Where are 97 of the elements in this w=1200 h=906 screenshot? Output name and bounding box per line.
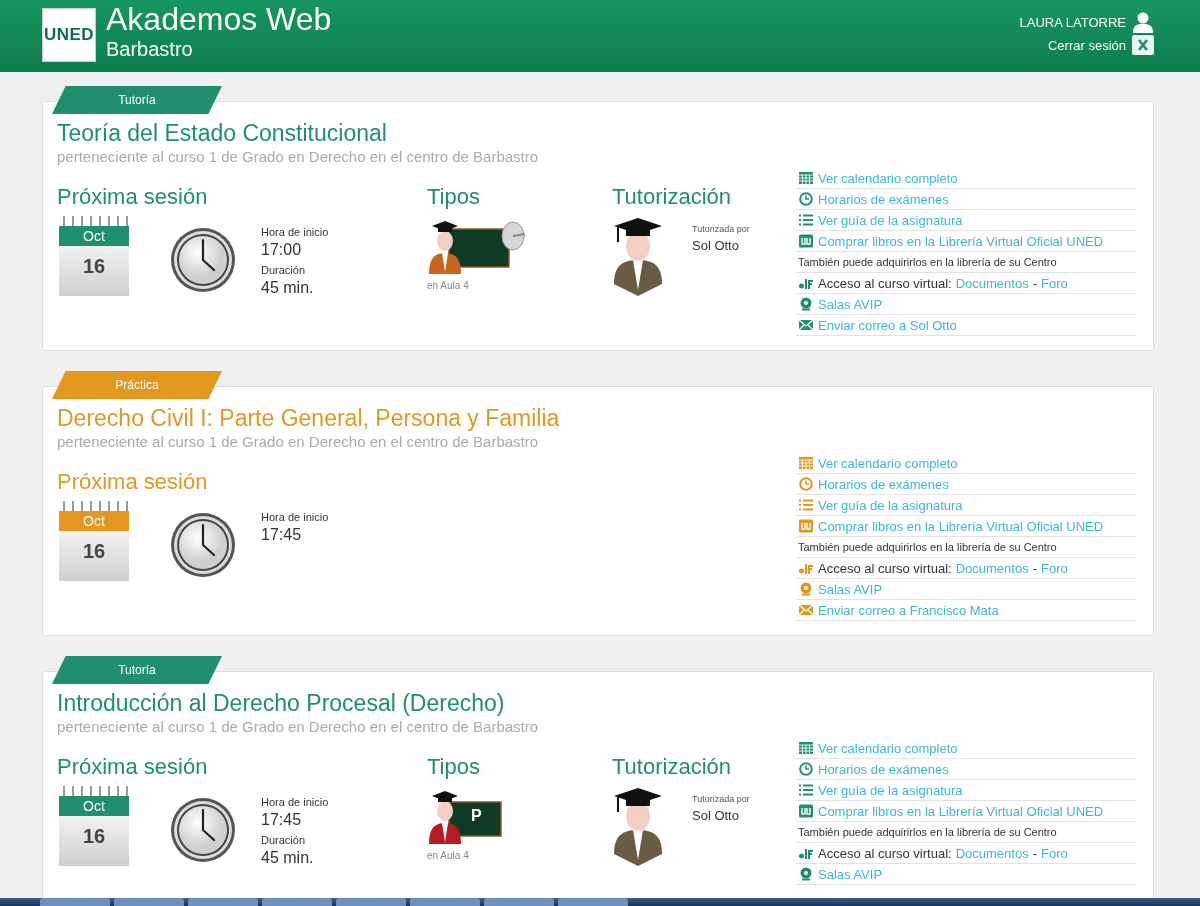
category-tag: Tutoría: [52, 656, 222, 684]
category-tag: Tutoría: [52, 86, 222, 114]
clock-icon: [169, 511, 237, 579]
calendar-icon: [798, 741, 814, 755]
tutor-label: Tutorizada por: [692, 223, 750, 236]
tutor-name: Sol Otto: [692, 237, 740, 255]
start-time-label: Hora de inicio: [261, 795, 329, 810]
note-text: También puede adquirirlos en la librería de su Centro: [798, 826, 1057, 838]
course-link[interactable]: Ver guía de la asignatura: [818, 212, 963, 228]
documents-link[interactable]: Documentos: [955, 275, 1029, 291]
app-title: Akademos Web: [106, 0, 332, 38]
course-title[interactable]: Derecho Civil I: Parte General, Persona y Familia: [57, 403, 1137, 433]
course-link[interactable]: Ver guía de la asignatura: [818, 497, 963, 513]
course-link[interactable]: Salas AVIP: [818, 866, 883, 882]
start-time-label: Hora de inicio: [261, 225, 329, 240]
section-heading: Próxima sesión: [57, 469, 209, 495]
documents-link[interactable]: Documentos: [955, 845, 1029, 861]
duration-value: 45 min.: [261, 278, 315, 298]
start-time: 17:45: [261, 525, 303, 545]
forum-link[interactable]: Foro: [1041, 845, 1068, 861]
section-heading: Tipos: [427, 754, 481, 780]
webcam-icon: [798, 867, 814, 881]
room-text: en Aula 4: [427, 280, 470, 291]
centre-name: Barbastro: [106, 38, 194, 60]
course-title[interactable]: Teoría del Estado Constitucional: [57, 118, 1137, 148]
course-link[interactable]: Enviar correo a Sol Otto: [818, 317, 957, 333]
book-logo-icon: [798, 519, 814, 533]
room-text: en Aula 4: [427, 850, 470, 861]
section-heading: Tutorización: [612, 754, 732, 780]
uned-logo[interactable]: UNED: [42, 8, 96, 62]
course-link[interactable]: Enviar correo a Francisco Mata: [818, 602, 999, 618]
separator-text: -: [1032, 275, 1037, 291]
platform-logo-icon: [798, 561, 814, 575]
webcam-icon: [798, 582, 814, 596]
start-time-label: Hora de inicio: [261, 510, 329, 525]
start-time: 17:45: [261, 810, 303, 830]
course-subtitle: perteneciente al curso 1 de Grado en Derecho en el centro de Barbastro: [57, 148, 540, 166]
clock-icon: [169, 226, 237, 294]
virtual-course-label: Acceso al curso virtual:: [818, 560, 952, 576]
calendar-icon: [798, 456, 814, 470]
user-name: LAURA LATORRE: [1019, 14, 1126, 30]
course-link[interactable]: Ver calendario completo: [818, 455, 958, 471]
duration-label: Duración: [261, 263, 307, 278]
clock-icon: [798, 762, 814, 776]
tutor-label: Tutorizada por: [692, 793, 750, 806]
category-tag: Práctica: [52, 371, 222, 399]
section-heading: Próxima sesión: [57, 754, 209, 780]
course-link[interactable]: Horarios de exámenes: [818, 761, 949, 777]
list-icon: [798, 783, 814, 797]
note-text: También puede adquirirlos en la librería de su Centro: [798, 541, 1057, 553]
separator-text: -: [1032, 845, 1037, 861]
platform-logo-icon: [798, 846, 814, 860]
platform-logo-icon: [798, 276, 814, 290]
list-icon: [798, 213, 814, 227]
clock-icon: [798, 192, 814, 206]
section-heading: Próxima sesión: [57, 184, 209, 210]
logout-link[interactable]: Cerrar sesión: [1047, 37, 1126, 53]
calendar-icon: [798, 171, 814, 185]
virtual-course-label: Acceso al curso virtual:: [818, 275, 952, 291]
course-link[interactable]: Comprar libros en la Librería Virtual Oficial UNED: [818, 518, 1104, 534]
user-icon: [1132, 11, 1154, 33]
duration-value: 45 min.: [261, 848, 315, 868]
course-link[interactable]: Salas AVIP: [818, 581, 883, 597]
duration-label: Duración: [261, 833, 307, 848]
mail-icon: [798, 603, 814, 617]
course-link[interactable]: Ver calendario completo: [818, 740, 958, 756]
webcam-icon: [798, 297, 814, 311]
section-heading: Tutorización: [612, 184, 732, 210]
course-link[interactable]: Horarios de exámenes: [818, 191, 949, 207]
board-letter: P: [471, 807, 482, 825]
forum-link[interactable]: Foro: [1041, 275, 1068, 291]
start-time: 17:00: [261, 240, 303, 260]
forum-link[interactable]: Foro: [1041, 560, 1068, 576]
course-link[interactable]: Ver calendario completo: [818, 170, 958, 186]
book-logo-icon: [798, 234, 814, 248]
course-subtitle: perteneciente al curso 1 de Grado en Derecho en el centro de Barbastro: [57, 718, 540, 736]
tutor-avatar-icon: [612, 786, 664, 866]
course-title[interactable]: Introducción al Derecho Procesal (Derecho): [57, 688, 1137, 718]
clock-icon: [798, 477, 814, 491]
course-link[interactable]: Comprar libros en la Librería Virtual Oficial UNED: [818, 803, 1104, 819]
section-heading: Tipos: [427, 184, 481, 210]
separator-text: -: [1032, 560, 1037, 576]
course-link[interactable]: Comprar libros en la Librería Virtual Oficial UNED: [818, 233, 1104, 249]
tutor-avatar-icon: [612, 216, 664, 296]
list-icon: [798, 498, 814, 512]
close-icon[interactable]: [1132, 35, 1154, 55]
book-logo-icon: [798, 804, 814, 818]
mail-icon: [798, 318, 814, 332]
clock-icon: [169, 796, 237, 864]
documents-link[interactable]: Documentos: [955, 560, 1029, 576]
course-link[interactable]: Horarios de exámenes: [818, 476, 949, 492]
course-subtitle: perteneciente al curso 1 de Grado en Derecho en el centro de Barbastro: [57, 433, 540, 451]
course-link[interactable]: Ver guía de la asignatura: [818, 782, 963, 798]
course-link[interactable]: Salas AVIP: [818, 296, 883, 312]
tutor-name: Sol Otto: [692, 807, 740, 825]
virtual-course-label: Acceso al curso virtual:: [818, 845, 952, 861]
note-text: También puede adquirirlos en la librería de su Centro: [798, 256, 1057, 268]
